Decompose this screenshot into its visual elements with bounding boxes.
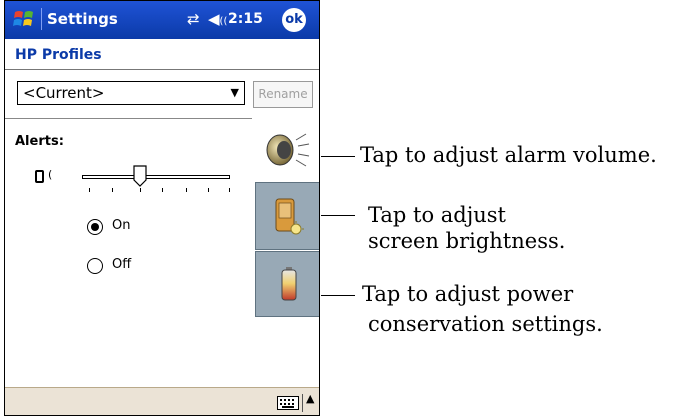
radio-off[interactable] xyxy=(87,258,103,274)
vibrate-wave-icon: ( xyxy=(48,168,53,181)
connectivity-arrows-icon[interactable]: ⇄ xyxy=(187,10,200,28)
speaker-icon[interactable]: ◀(( xyxy=(208,10,227,28)
radio-off-label: Off xyxy=(112,257,132,272)
alerts-label: Alerts: xyxy=(15,134,64,149)
speaker-icon xyxy=(266,133,310,167)
slider-tick xyxy=(229,188,230,192)
windows-start-icon[interactable] xyxy=(13,8,35,30)
radio-on-label: On xyxy=(112,218,131,233)
bottom-menu-bar: ▲ xyxy=(5,387,319,415)
clock-time[interactable]: 2:15 xyxy=(228,11,263,27)
divider xyxy=(302,394,303,412)
slider-tick xyxy=(140,188,141,192)
keyboard-icon[interactable] xyxy=(277,396,299,410)
callout-brightness-line2: screen brightness. xyxy=(368,229,566,253)
callout-power-line1: Tap to adjust power xyxy=(362,282,574,306)
callout-alarm-volume: Tap to adjust alarm volume. xyxy=(360,143,657,167)
device-screen: Settings ⇄ ◀(( 2:15 ok HP Profiles <Curr… xyxy=(4,0,320,416)
slider-tick xyxy=(208,188,209,192)
page-title: HP Profiles xyxy=(15,47,102,63)
ok-button[interactable]: ok xyxy=(282,8,306,32)
radio-on[interactable] xyxy=(87,219,103,235)
profile-dropdown[interactable]: <Current> ▼ xyxy=(17,81,245,105)
callout-brightness-line1: Tap to adjust xyxy=(368,203,506,227)
slider-tick xyxy=(186,188,187,192)
alert-volume-slider[interactable] xyxy=(82,175,230,179)
app-title: Settings xyxy=(47,10,118,28)
title-bar: Settings ⇄ ◀(( 2:15 ok xyxy=(5,1,319,39)
callout-line-brightness xyxy=(321,215,355,216)
slider-tick xyxy=(89,188,90,192)
callout-line-alarm xyxy=(321,156,355,157)
slider-tick xyxy=(162,188,163,192)
divider xyxy=(5,118,252,119)
profile-dropdown-value: <Current> xyxy=(23,84,105,102)
tab-screen-brightness[interactable] xyxy=(255,182,319,250)
chevron-down-icon: ▼ xyxy=(230,86,239,99)
title-separator xyxy=(41,8,42,30)
vibrate-device-icon xyxy=(35,170,44,183)
tab-alarm-volume[interactable] xyxy=(255,118,319,182)
callout-power-line2: conservation settings. xyxy=(368,312,603,336)
divider xyxy=(5,69,319,70)
slider-thumb[interactable] xyxy=(133,165,147,187)
rename-button[interactable]: Rename xyxy=(253,81,313,108)
up-arrow-icon[interactable]: ▲ xyxy=(306,392,314,405)
pda-brightness-icon xyxy=(275,198,304,235)
tab-power-conservation[interactable] xyxy=(255,251,319,317)
slider-tick xyxy=(112,188,113,192)
callout-line-power xyxy=(321,295,355,296)
battery-icon xyxy=(281,267,297,301)
